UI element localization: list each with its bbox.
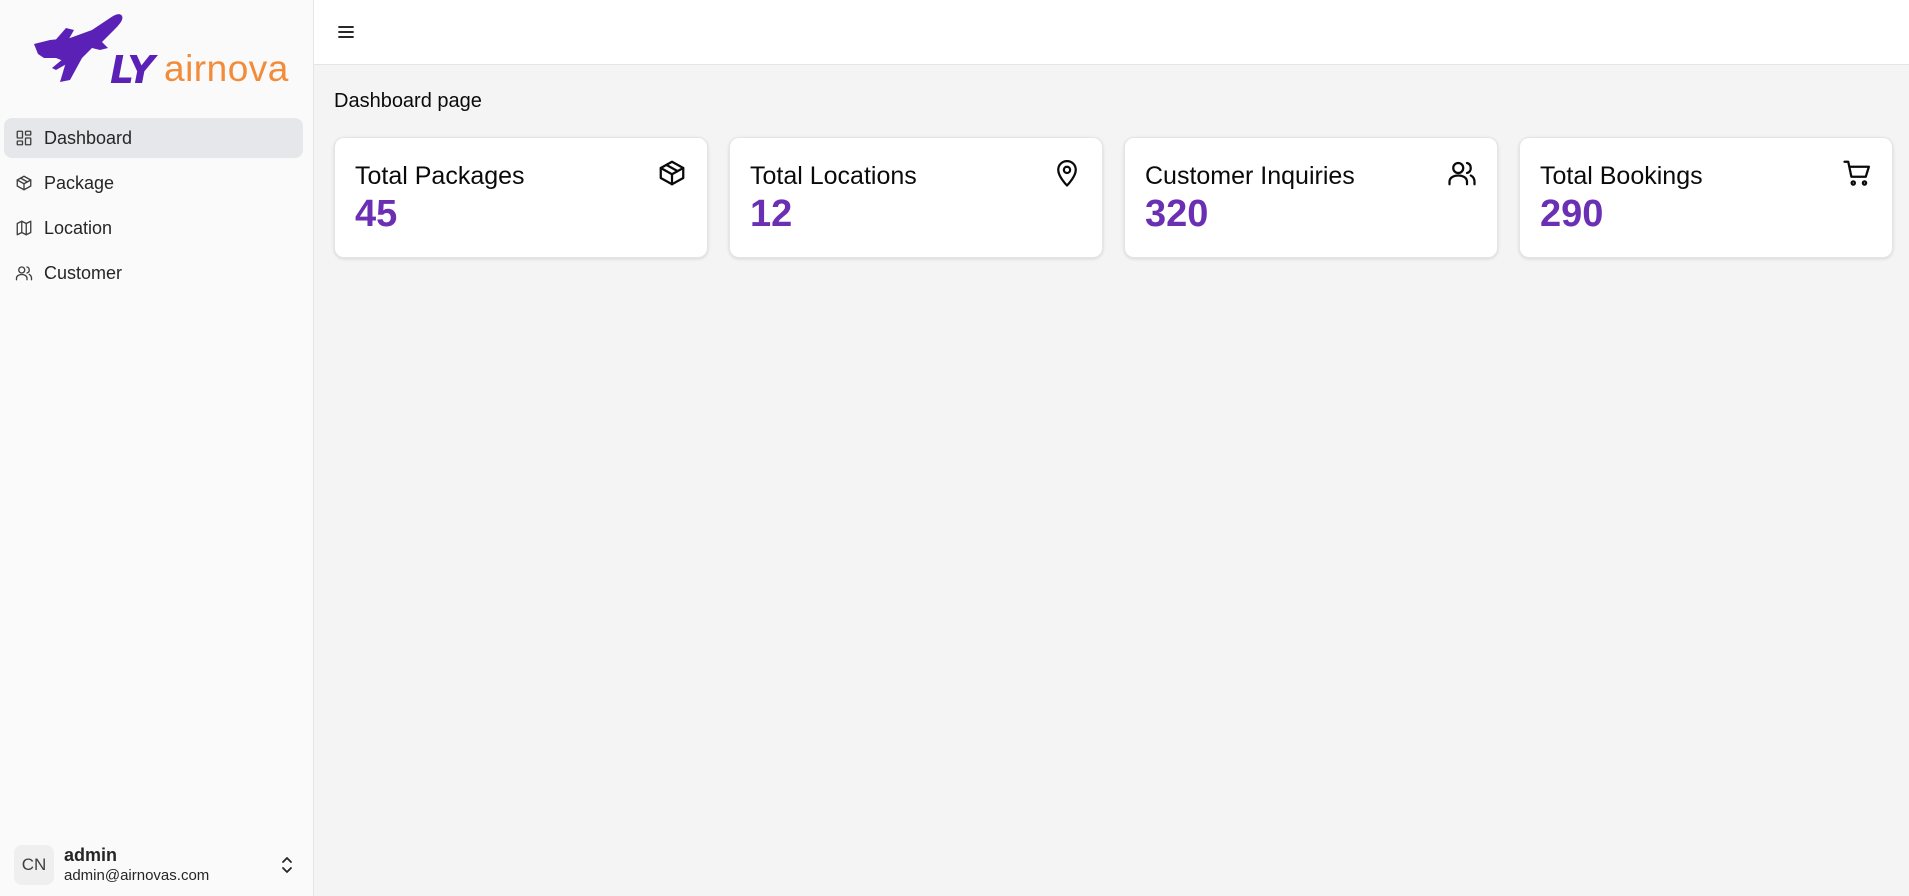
card-value: 290 bbox=[1540, 193, 1604, 235]
user-menu[interactable]: CN admin admin@airnovas.com bbox=[14, 844, 300, 886]
package-icon bbox=[14, 173, 34, 193]
card-title: Customer Inquiries bbox=[1145, 162, 1355, 190]
chevron-up-down-icon[interactable] bbox=[278, 853, 296, 877]
users-icon bbox=[14, 263, 34, 283]
logo-fly-text: LY bbox=[110, 48, 155, 92]
card-title: Total Locations bbox=[750, 162, 917, 190]
sidebar-nav: Dashboard Package Location Customer bbox=[4, 118, 303, 298]
page-title: Dashboard page bbox=[334, 90, 482, 112]
card-title: Total Packages bbox=[355, 162, 525, 190]
card-value: 12 bbox=[750, 193, 793, 235]
sidebar-item-location[interactable]: Location bbox=[4, 208, 303, 248]
user-name: admin bbox=[64, 845, 118, 865]
dashboard-icon bbox=[14, 128, 34, 148]
card-value: 320 bbox=[1145, 193, 1209, 235]
card-value: 45 bbox=[355, 193, 398, 235]
map-pin-icon bbox=[1052, 158, 1082, 188]
stat-card-inquiries: Customer Inquiries 320 bbox=[1124, 137, 1498, 258]
sidebar-item-label: Customer bbox=[44, 262, 123, 283]
sidebar-item-label: Package bbox=[44, 172, 115, 193]
sidebar: LY airnova Dashboard Package Location Cu… bbox=[0, 0, 314, 896]
top-header bbox=[314, 0, 1909, 65]
stat-card-bookings: Total Bookings 290 bbox=[1519, 137, 1893, 258]
cart-icon bbox=[1842, 158, 1872, 188]
card-title: Total Bookings bbox=[1540, 162, 1703, 190]
users-icon bbox=[1447, 158, 1477, 188]
brand-logo[interactable]: LY airnova bbox=[30, 8, 288, 92]
stats-cards: Total Packages 45 Total Locations 12 Cus… bbox=[334, 137, 1894, 258]
stat-card-packages: Total Packages 45 bbox=[334, 137, 708, 258]
map-icon bbox=[14, 218, 34, 238]
user-info: admin admin@airnovas.com bbox=[64, 844, 278, 886]
package-icon bbox=[657, 158, 687, 188]
sidebar-item-label: Location bbox=[44, 217, 113, 238]
logo-brand-text: airnova bbox=[164, 48, 289, 89]
stat-card-locations: Total Locations 12 bbox=[729, 137, 1103, 258]
sidebar-item-dashboard[interactable]: Dashboard bbox=[4, 118, 303, 158]
sidebar-item-customer[interactable]: Customer bbox=[4, 253, 303, 293]
avatar: CN bbox=[14, 845, 54, 885]
sidebar-item-label: Dashboard bbox=[44, 127, 133, 148]
user-email: admin@airnovas.com bbox=[64, 867, 210, 884]
menu-icon[interactable] bbox=[332, 18, 360, 46]
sidebar-item-package[interactable]: Package bbox=[4, 163, 303, 203]
